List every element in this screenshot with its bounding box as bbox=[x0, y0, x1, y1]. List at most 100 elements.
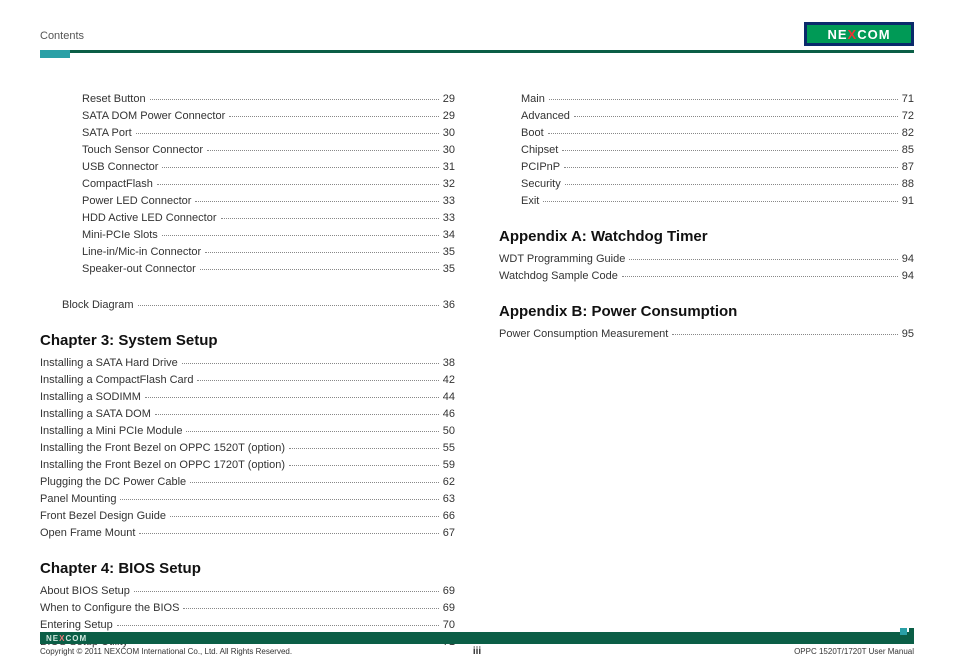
toc-entry[interactable]: Advanced 72 bbox=[499, 108, 914, 125]
toc-entry-label: HDD Active LED Connector bbox=[82, 210, 217, 227]
toc-entry-label: PCIPnP bbox=[521, 159, 560, 176]
toc-entry[interactable]: Line-in/Mic-in Connector35 bbox=[40, 244, 455, 261]
toc-entry[interactable]: Installing the Front Bezel on OPPC 1720T… bbox=[40, 457, 455, 474]
toc-entry[interactable]: Installing a SATA Hard Drive38 bbox=[40, 355, 455, 372]
toc-leader-dots bbox=[145, 397, 439, 398]
toc-entry-label: Advanced bbox=[521, 108, 570, 125]
toc-entry[interactable]: Exit91 bbox=[499, 193, 914, 210]
toc-leader-dots bbox=[622, 276, 898, 277]
toc-heading: Appendix B: Power Consumption bbox=[499, 303, 914, 320]
toc-entry[interactable]: About BIOS Setup69 bbox=[40, 583, 455, 600]
toc-entry[interactable]: When to Configure the BIOS69 bbox=[40, 600, 455, 617]
toc-entry[interactable]: Front Bezel Design Guide66 bbox=[40, 508, 455, 525]
toc-entry[interactable]: Touch Sensor Connector 30 bbox=[40, 142, 455, 159]
toc-entry-label: Mini-PCIe Slots bbox=[82, 227, 158, 244]
toc-leader-dots bbox=[186, 431, 438, 432]
toc-entry[interactable]: Reset Button29 bbox=[40, 91, 455, 108]
toc-leader-dots bbox=[139, 533, 438, 534]
toc-entry[interactable]: Security88 bbox=[499, 176, 914, 193]
toc-leader-dots bbox=[162, 167, 438, 168]
toc-entry-page: 32 bbox=[443, 176, 455, 193]
toc-entry-page: 35 bbox=[443, 261, 455, 278]
toc-entry-label: USB Connector bbox=[82, 159, 158, 176]
toc-entry[interactable]: Mini-PCIe Slots34 bbox=[40, 227, 455, 244]
toc-entry-label: About BIOS Setup bbox=[40, 583, 130, 600]
toc-entry[interactable]: Plugging the DC Power Cable62 bbox=[40, 474, 455, 491]
toc-leader-dots bbox=[221, 218, 439, 219]
toc-entry-label: Touch Sensor Connector bbox=[82, 142, 203, 159]
toc-leader-dots bbox=[155, 414, 439, 415]
toc-entry[interactable]: Power Consumption Measurement 95 bbox=[499, 326, 914, 343]
toc-entry[interactable]: Open Frame Mount67 bbox=[40, 525, 455, 542]
toc-leader-dots bbox=[182, 363, 439, 364]
toc-leader-dots bbox=[207, 150, 439, 151]
toc-entry[interactable]: SATA Port30 bbox=[40, 125, 455, 142]
toc-leader-dots bbox=[183, 608, 438, 609]
toc-entry[interactable]: PCIPnP87 bbox=[499, 159, 914, 176]
toc-heading: Chapter 4: BIOS Setup bbox=[40, 560, 455, 577]
toc-leader-dots bbox=[170, 516, 439, 517]
toc-entry[interactable]: SATA DOM Power Connector29 bbox=[40, 108, 455, 125]
toc-entry-label: Speaker-out Connector bbox=[82, 261, 196, 278]
footer-logo-pre: NE bbox=[46, 634, 59, 643]
toc-entry-label: Line-in/Mic-in Connector bbox=[82, 244, 201, 261]
toc-entry-label: Installing the Front Bezel on OPPC 1520T… bbox=[40, 440, 285, 457]
toc-entry[interactable]: Installing a Mini PCIe Module50 bbox=[40, 423, 455, 440]
toc-entry-label: Reset Button bbox=[82, 91, 146, 108]
toc-leader-dots bbox=[564, 167, 898, 168]
toc-entry-label: Power Consumption Measurement bbox=[499, 326, 668, 343]
toc-entry-label: SATA DOM Power Connector bbox=[82, 108, 225, 125]
toc-entry-page: 71 bbox=[902, 91, 914, 108]
toc-entry[interactable]: CompactFlash32 bbox=[40, 176, 455, 193]
toc-entry-label: Installing a Mini PCIe Module bbox=[40, 423, 182, 440]
toc-entry[interactable]: Main71 bbox=[499, 91, 914, 108]
header-rule bbox=[40, 50, 914, 61]
toc-entry[interactable]: Panel Mounting63 bbox=[40, 491, 455, 508]
toc-entry-label: Installing a SATA DOM bbox=[40, 406, 151, 423]
toc-leader-dots bbox=[134, 591, 439, 592]
toc-leader-dots bbox=[672, 334, 897, 335]
toc-entry[interactable]: Installing the Front Bezel on OPPC 1520T… bbox=[40, 440, 455, 457]
toc-entry[interactable]: HDD Active LED Connector33 bbox=[40, 210, 455, 227]
toc-entry-label: Installing a SODIMM bbox=[40, 389, 141, 406]
toc-entry-label: Exit bbox=[521, 193, 539, 210]
toc-entry[interactable]: Block Diagram 36 bbox=[40, 297, 455, 314]
footer-ornament-icon bbox=[900, 628, 916, 644]
toc-entry-page: 72 bbox=[902, 108, 914, 125]
footer-logo-post: COM bbox=[65, 634, 87, 643]
toc-entry-page: 36 bbox=[443, 297, 455, 314]
toc-entry[interactable]: USB Connector31 bbox=[40, 159, 455, 176]
toc-entry-label: Plugging the DC Power Cable bbox=[40, 474, 186, 491]
toc-entry[interactable]: Boot82 bbox=[499, 125, 914, 142]
toc-entry[interactable]: Installing a SODIMM 44 bbox=[40, 389, 455, 406]
toc-leader-dots bbox=[548, 133, 898, 134]
toc-entry[interactable]: WDT Programming Guide94 bbox=[499, 251, 914, 268]
toc-entry-label: SATA Port bbox=[82, 125, 132, 142]
toc-entry-page: 59 bbox=[443, 457, 455, 474]
toc-leader-dots bbox=[120, 499, 438, 500]
toc-leader-dots bbox=[150, 99, 439, 100]
toc-entry-page: 67 bbox=[443, 525, 455, 542]
toc-entry[interactable]: Power LED Connector33 bbox=[40, 193, 455, 210]
brand-logo: NEXCOM bbox=[804, 22, 914, 46]
toc-leader-dots bbox=[195, 201, 438, 202]
toc-leader-dots bbox=[629, 259, 897, 260]
footer-bar: NEXCOM bbox=[40, 632, 914, 644]
toc-entry-page: 30 bbox=[443, 142, 455, 159]
toc-entry-label: Block Diagram bbox=[62, 297, 134, 314]
toc-entry-page: 95 bbox=[902, 326, 914, 343]
toc-heading: Chapter 3: System Setup bbox=[40, 332, 455, 349]
toc-entry-label: Front Bezel Design Guide bbox=[40, 508, 166, 525]
toc-entry-page: 38 bbox=[443, 355, 455, 372]
toc-entry-label: When to Configure the BIOS bbox=[40, 600, 179, 617]
breadcrumb: Contents bbox=[40, 30, 84, 46]
logo-x: X bbox=[848, 27, 858, 42]
toc-entry[interactable]: Installing a SATA DOM46 bbox=[40, 406, 455, 423]
toc-entry[interactable]: Installing a CompactFlash Card42 bbox=[40, 372, 455, 389]
toc-entry[interactable]: Watchdog Sample Code94 bbox=[499, 268, 914, 285]
toc-entry-page: 88 bbox=[902, 176, 914, 193]
toc-entry-page: 44 bbox=[443, 389, 455, 406]
toc-entry[interactable]: Speaker-out Connector 35 bbox=[40, 261, 455, 278]
toc-entry-label: WDT Programming Guide bbox=[499, 251, 625, 268]
toc-entry[interactable]: Chipset85 bbox=[499, 142, 914, 159]
